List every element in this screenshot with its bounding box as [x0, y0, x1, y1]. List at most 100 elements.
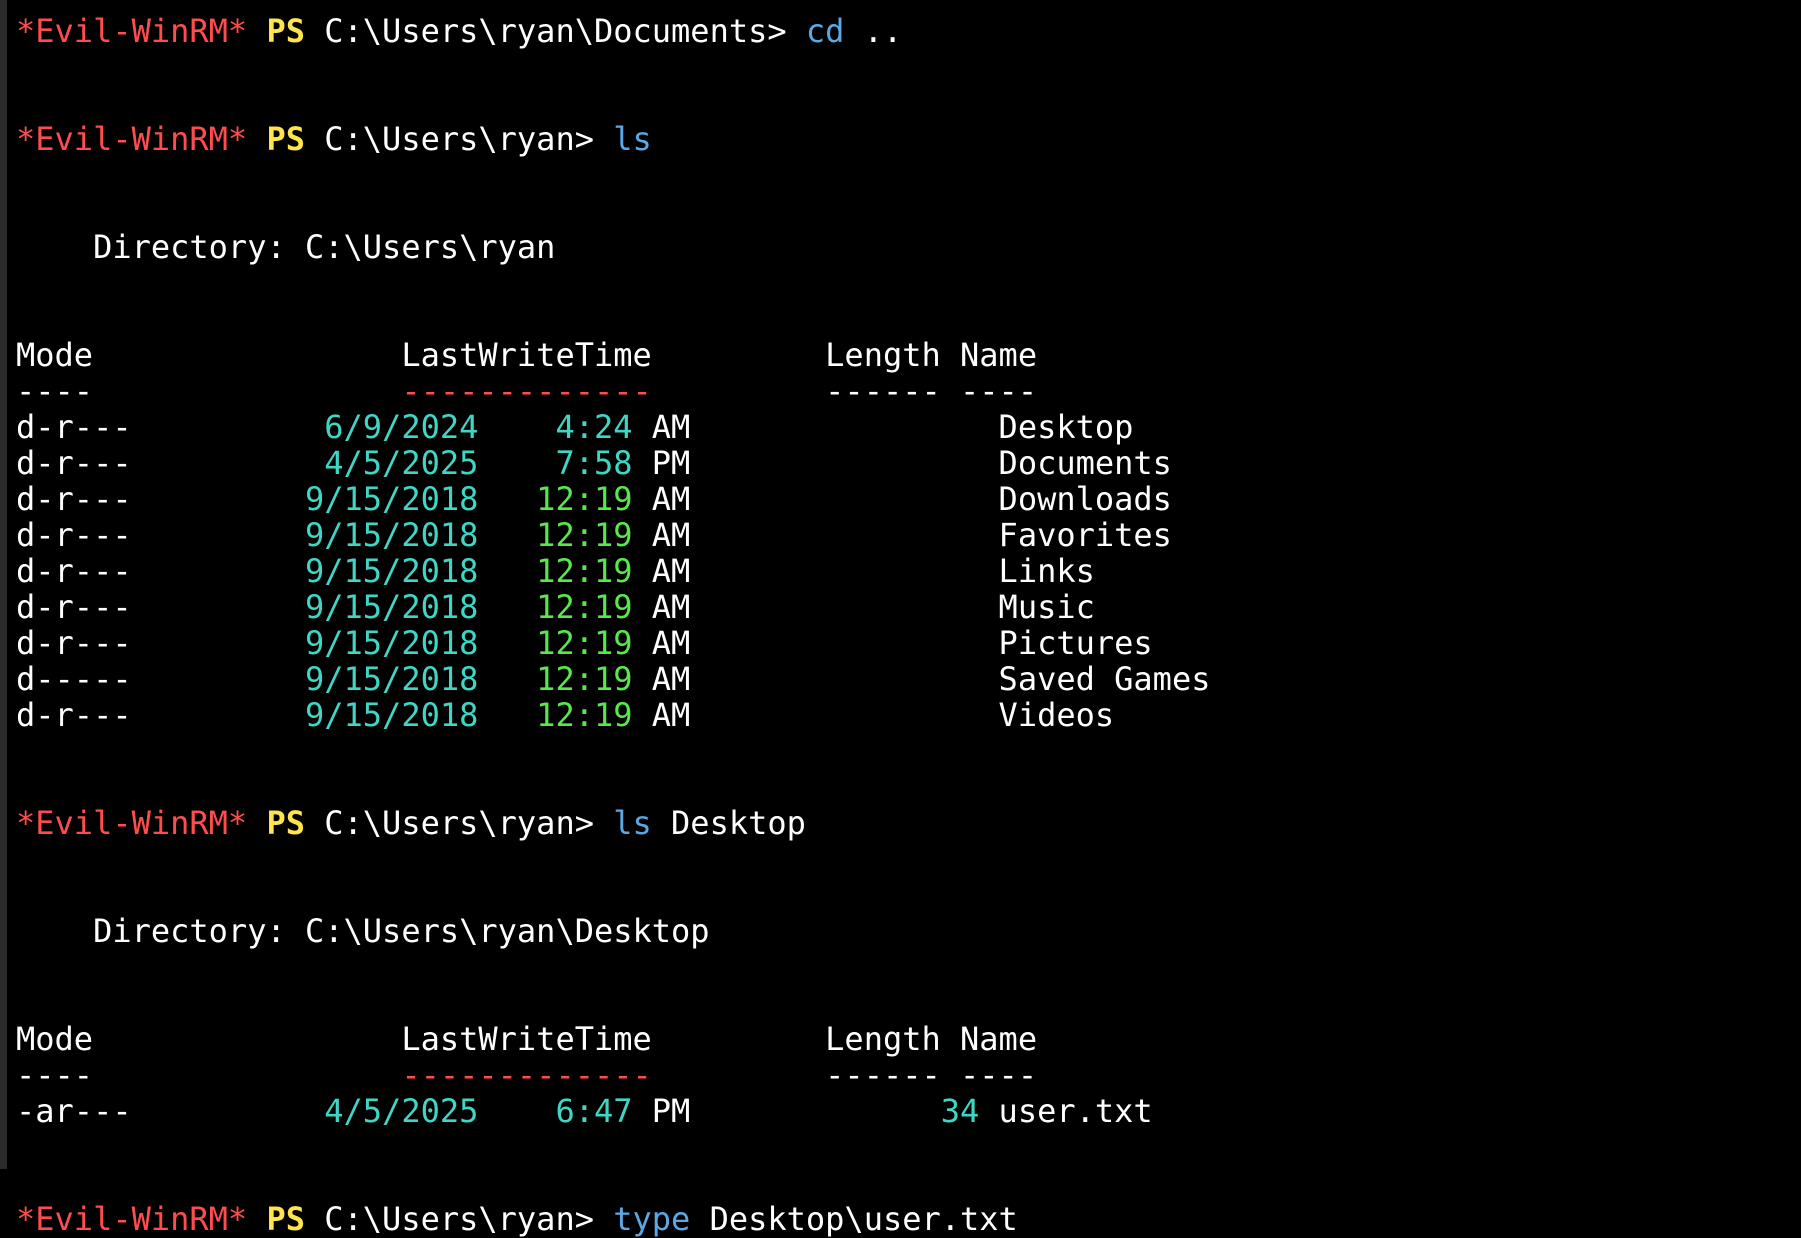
underline-name: ---- — [960, 372, 1038, 410]
header-mode: Mode — [16, 1020, 209, 1058]
row-name: Desktop — [998, 408, 1134, 446]
evil-winrm-tag: *Evil-WinRM* — [16, 1200, 248, 1238]
row-ampm: PM — [651, 1092, 691, 1130]
directory-heading: Directory: C:\Users\ryan — [16, 228, 556, 266]
row-mode: d-r--- — [16, 408, 209, 446]
row-name: Documents — [998, 444, 1172, 482]
row-length: 34 — [863, 1092, 980, 1130]
ps-label: PS — [266, 120, 305, 158]
file-listing-row[interactable]: d-r--- 6/9/2024 4:24 AM Desktop — [16, 409, 1792, 445]
row-date: 4/5/2025 — [208, 444, 479, 482]
row-ampm: AM — [651, 480, 691, 518]
row-time: 12:19 — [497, 696, 633, 734]
file-listing-row[interactable]: d-r--- 9/15/2018 12:19 AM Links — [16, 553, 1792, 589]
row-ampm: AM — [651, 624, 691, 662]
row-length — [864, 408, 980, 446]
row-name: Music — [998, 588, 1095, 626]
file-listing-row[interactable]: d----- 9/15/2018 12:19 AM Saved Games — [16, 661, 1792, 697]
row-date: 9/15/2018 — [208, 588, 479, 626]
command-name: type — [613, 1200, 691, 1238]
row-name: Favorites — [998, 516, 1172, 554]
file-listing-row[interactable]: d-r--- 9/15/2018 12:19 AM Music — [16, 589, 1792, 625]
row-ampm: AM — [651, 696, 691, 734]
evil-winrm-tag: *Evil-WinRM* — [16, 120, 248, 158]
row-name: Saved Games — [998, 660, 1211, 698]
file-listing-row[interactable]: d-r--- 9/15/2018 12:19 AM Videos — [16, 697, 1792, 733]
header-mode: Mode — [16, 336, 209, 374]
ps-label: PS — [266, 12, 305, 50]
row-name: Downloads — [998, 480, 1172, 518]
row-ampm: PM — [651, 444, 691, 482]
row-mode: d-r--- — [16, 552, 209, 590]
row-ampm: AM — [651, 588, 691, 626]
command-name: cd — [805, 12, 845, 50]
window-left-border — [0, 0, 7, 1169]
ps-label: PS — [266, 1200, 305, 1238]
row-time: 12:19 — [497, 516, 633, 554]
row-mode: d-r--- — [16, 696, 209, 734]
prompt-path: C:\Users\ryan> — [324, 1200, 594, 1238]
underline-length: ------ — [825, 372, 941, 410]
row-name: Videos — [998, 696, 1115, 734]
header-lastwritetime: LastWriteTime — [208, 336, 652, 374]
prompt-line: *Evil-WinRM* PS C:\Users\ryan> type Desk… — [16, 1201, 1792, 1237]
terminal-output[interactable]: *Evil-WinRM* PS C:\Users\ryan\Documents>… — [16, 13, 1792, 1237]
command-name: ls — [613, 120, 652, 158]
command-argument: Desktop\user.txt — [709, 1200, 1018, 1238]
underline-mode: ---- — [16, 372, 209, 410]
row-time: 12:19 — [497, 552, 633, 590]
row-length — [864, 516, 980, 554]
row-date: 9/15/2018 — [208, 480, 479, 518]
row-ampm: AM — [651, 552, 691, 590]
header-name: Name — [960, 336, 1038, 374]
row-date: 9/15/2018 — [208, 660, 479, 698]
prompt-line: *Evil-WinRM* PS C:\Users\ryan> ls — [16, 121, 1792, 157]
underline-lastwritetime: ------------- — [401, 1056, 652, 1094]
file-listing-row[interactable]: d-r--- 9/15/2018 12:19 AM Favorites — [16, 517, 1792, 553]
directory-heading: Directory: C:\Users\ryan\Desktop — [16, 912, 710, 950]
prompt-path: C:\Users\ryan\Documents> — [324, 12, 787, 50]
ps-label: PS — [266, 804, 305, 842]
row-date: 9/15/2018 — [208, 552, 479, 590]
table-header: Mode LastWriteTime Length Name — [16, 337, 1792, 373]
file-listing-row[interactable]: d-r--- 9/15/2018 12:19 AM Pictures — [16, 625, 1792, 661]
row-time: 12:19 — [497, 624, 633, 662]
row-time: 12:19 — [497, 588, 633, 626]
file-listing-row[interactable]: d-r--- 4/5/2025 7:58 PM Documents — [16, 445, 1792, 481]
row-date: 9/15/2018 — [208, 516, 479, 554]
row-mode: d----- — [16, 660, 209, 698]
row-mode: d-r--- — [16, 588, 209, 626]
table-header-underline: ---- ------------- ------ ---- — [16, 373, 1792, 409]
row-name: Links — [998, 552, 1095, 590]
command-name: ls — [613, 804, 652, 842]
file-listing-row[interactable]: d-r--- 9/15/2018 12:19 AM Downloads — [16, 481, 1792, 517]
row-time: 12:19 — [497, 480, 633, 518]
prompt-path: C:\Users\ryan> — [324, 804, 594, 842]
row-time: 6:47 — [497, 1092, 633, 1130]
prompt-path: C:\Users\ryan> — [324, 120, 594, 158]
row-length — [864, 696, 980, 734]
directory-label: Directory: C:\Users\ryan\Desktop — [16, 913, 1792, 949]
row-mode: -ar--- — [16, 1092, 209, 1130]
row-name: Pictures — [998, 624, 1153, 662]
row-name: user.txt — [998, 1092, 1153, 1130]
row-ampm: AM — [651, 516, 691, 554]
row-date: 4/5/2025 — [208, 1092, 479, 1130]
header-lastwritetime: LastWriteTime — [208, 1020, 652, 1058]
row-date: 9/15/2018 — [208, 696, 479, 734]
command-argument: .. — [863, 12, 903, 50]
header-length: Length — [825, 336, 941, 374]
file-listing-row[interactable]: -ar--- 4/5/2025 6:47 PM 34 user.txt — [16, 1093, 1792, 1129]
underline-lastwritetime: ------------- — [401, 372, 652, 410]
underline-name: ---- — [960, 1056, 1038, 1094]
row-mode: d-r--- — [16, 480, 209, 518]
command-argument: Desktop — [671, 804, 806, 842]
